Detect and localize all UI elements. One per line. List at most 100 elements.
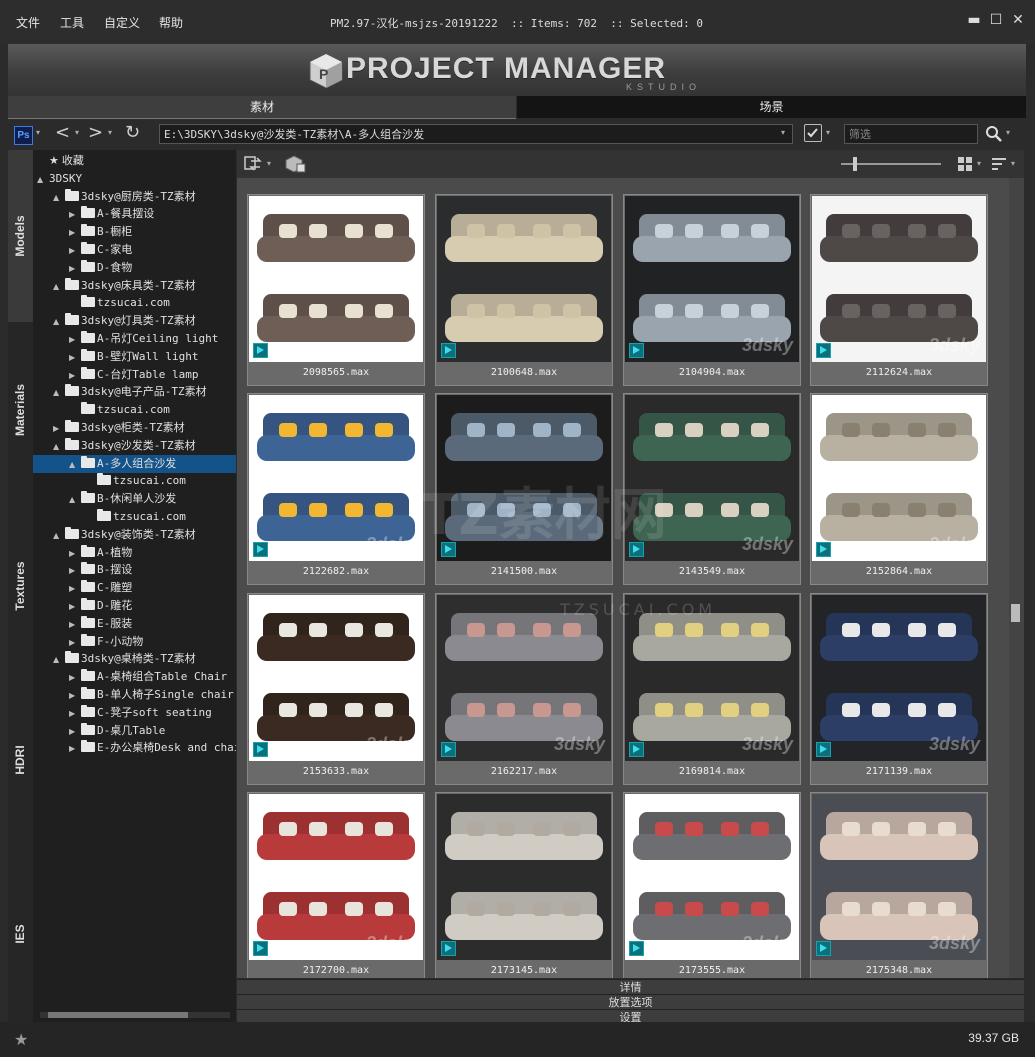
maximize-button[interactable]: ☐	[988, 12, 1004, 28]
tree-item[interactable]: ▲ 3dsky@电子产品-TZ素材	[33, 383, 236, 401]
tree-item[interactable]: ▶ C-凳子soft seating	[33, 704, 236, 722]
asset-tile[interactable]: 3dsky 2122682.max	[247, 393, 425, 585]
tree-item[interactable]: ▶ B-壁灯Wall light	[33, 348, 236, 366]
tree-item[interactable]: ▲ B-休闲单人沙发	[33, 490, 236, 508]
filter-input[interactable]: 筛选	[844, 124, 978, 144]
asset-tile[interactable]: 2098565.max	[247, 194, 425, 386]
menu-help[interactable]: 帮助	[159, 14, 183, 31]
tree-item[interactable]: ▶ B-橱柜	[33, 223, 236, 241]
collapse-icon[interactable]: ▲	[53, 438, 65, 456]
expand-icon[interactable]: ▶	[69, 367, 81, 385]
expand-icon[interactable]: ▶	[69, 349, 81, 367]
tree-item[interactable]: ▶ A-餐具摆设	[33, 205, 236, 223]
tree-item[interactable]: ▶ B-单人椅子Single chair	[33, 686, 236, 704]
side-tab-textures[interactable]: Textures	[8, 498, 33, 670]
minimize-button[interactable]: ▬	[966, 12, 982, 28]
import-model-icon[interactable]	[285, 154, 307, 174]
tree-item[interactable]: ▶ C-台灯Table lamp	[33, 366, 236, 384]
tree-scrollbar-thumb[interactable]	[48, 1012, 188, 1018]
grid-view-icon[interactable]	[957, 156, 973, 172]
expand-icon[interactable]: ▶	[69, 723, 81, 741]
expand-icon[interactable]: ▶	[69, 669, 81, 687]
tree-item[interactable]: ▶ D-桌几Table	[33, 722, 236, 740]
panel-details[interactable]: 详情	[237, 979, 1024, 995]
asset-tile[interactable]: 3dsky 2172700.max	[247, 792, 425, 978]
tree-item[interactable]: tzsucai.com	[33, 401, 236, 419]
chevron-down-icon[interactable]: ▾	[75, 128, 79, 137]
close-button[interactable]: ✕	[1010, 12, 1026, 28]
tree-item[interactable]: ▲ 3dsky@厨房类-TZ素材	[33, 188, 236, 206]
panel-settings[interactable]: 设置	[237, 1009, 1024, 1024]
asset-tile[interactable]: 3dsky 2175348.max	[810, 792, 988, 978]
tree-item[interactable]: ▲ 3dsky@桌椅类-TZ素材	[33, 650, 236, 668]
refresh-button[interactable]: ↻	[125, 122, 140, 143]
panel-placement-options[interactable]: 放置选项	[237, 994, 1024, 1010]
asset-tile[interactable]: 3dsky 2173555.max	[623, 792, 801, 978]
sync-icon[interactable]	[243, 155, 263, 173]
expand-icon[interactable]: ▶	[69, 242, 81, 260]
tree-item[interactable]: ▶ C-家电	[33, 241, 236, 259]
photoshop-icon[interactable]: Ps	[14, 126, 33, 145]
star-icon[interactable]: ★	[14, 1030, 28, 1049]
sort-icon[interactable]	[991, 156, 1007, 172]
grid-vertical-scrollbar[interactable]	[1009, 178, 1024, 978]
menu-tools[interactable]: 工具	[60, 14, 84, 31]
menu-file[interactable]: 文件	[16, 14, 40, 31]
tree-item[interactable]: tzsucai.com	[33, 508, 236, 526]
tree-item[interactable]: ▶ A-植物	[33, 544, 236, 562]
asset-tile[interactable]: 3dsky 2169814.max	[623, 593, 801, 785]
tab-assets[interactable]: 素材	[8, 96, 516, 119]
expand-icon[interactable]: ▶	[69, 740, 81, 758]
chevron-down-icon[interactable]: ▾	[781, 128, 785, 137]
side-tab-ies[interactable]: IES	[8, 846, 33, 1018]
expand-icon[interactable]: ▶	[69, 562, 81, 580]
tree-item[interactable]: ▶ C-雕塑	[33, 579, 236, 597]
grid-scrollbar-thumb[interactable]	[1011, 604, 1020, 622]
expand-icon[interactable]: ▶	[69, 545, 81, 563]
expand-icon[interactable]: ▶	[69, 206, 81, 224]
tree-item[interactable]: ▶ D-雕花	[33, 597, 236, 615]
chevron-down-icon[interactable]: ▾	[826, 128, 830, 137]
tree-item[interactable]: ▶ 3dsky@柜类-TZ素材	[33, 419, 236, 437]
tree-item[interactable]: ▶ D-食物	[33, 259, 236, 277]
collapse-icon[interactable]: ▲	[53, 384, 65, 402]
side-tab-models[interactable]: Models	[8, 150, 33, 322]
expand-icon[interactable]: ▶	[69, 687, 81, 705]
collapse-icon[interactable]: ▲	[53, 189, 65, 207]
asset-tile[interactable]: 3dsky 2171139.max	[810, 593, 988, 785]
folder-tree[interactable]: ★ 收藏 ▲ 3DSKY ▲ 3dsky@厨房类-TZ素材 ▶ A-餐具摆设 ▶ B-橱柜 ▶ C-家…	[33, 150, 236, 1022]
chevron-down-icon[interactable]: ▾	[36, 128, 40, 137]
collapse-icon[interactable]: ▲	[69, 456, 81, 474]
collapse-icon[interactable]: ▲	[69, 491, 81, 509]
expand-icon[interactable]: ▶	[69, 598, 81, 616]
forward-button[interactable]: >	[88, 122, 103, 143]
tree-item[interactable]: ★ 收藏	[33, 152, 236, 170]
asset-tile[interactable]: 3dsky 2153633.max	[247, 593, 425, 785]
tree-item[interactable]: ▶ E-办公桌椅Desk and chair	[33, 739, 236, 757]
expand-icon[interactable]: ▶	[69, 580, 81, 598]
asset-tile[interactable]: 3dsky 2162217.max	[435, 593, 613, 785]
tree-item[interactable]: ▲ 3dsky@灯具类-TZ素材	[33, 312, 236, 330]
tree-item[interactable]: tzsucai.com	[33, 472, 236, 490]
slider-handle[interactable]	[853, 157, 857, 171]
expand-icon[interactable]: ▶	[69, 331, 81, 349]
expand-icon[interactable]: ▶	[69, 705, 81, 723]
tree-item[interactable]: ▲ 3dsky@装饰类-TZ素材	[33, 526, 236, 544]
chevron-down-icon[interactable]: ▾	[1006, 128, 1010, 137]
tree-item[interactable]: ▶ E-服装	[33, 615, 236, 633]
menu-customize[interactable]: 自定义	[104, 14, 140, 31]
bookmark-list-icon[interactable]	[804, 124, 822, 142]
asset-tile[interactable]: 3dsky 2143549.max	[623, 393, 801, 585]
expand-icon[interactable]: ▶	[69, 224, 81, 242]
expand-icon[interactable]: ▶	[69, 260, 81, 278]
asset-tile[interactable]: 3dsky 2152864.max	[810, 393, 988, 585]
side-tab-hdri[interactable]: HDRI	[8, 672, 33, 844]
tree-item[interactable]: ▶ A-吊灯Ceiling light	[33, 330, 236, 348]
tree-item[interactable]: tzsucai.com	[33, 294, 236, 312]
tree-item[interactable]: ▲ 3dsky@床具类-TZ素材	[33, 277, 236, 295]
collapse-icon[interactable]: ▲	[53, 651, 65, 669]
chevron-down-icon[interactable]: ▾	[108, 128, 112, 137]
side-tab-materials[interactable]: Materials	[8, 324, 33, 496]
path-input[interactable]: E:\3DSKY\3dsky@沙发类-TZ素材\A-多人组合沙发	[159, 124, 793, 144]
tree-item[interactable]: ▲ A-多人组合沙发	[33, 454, 236, 474]
